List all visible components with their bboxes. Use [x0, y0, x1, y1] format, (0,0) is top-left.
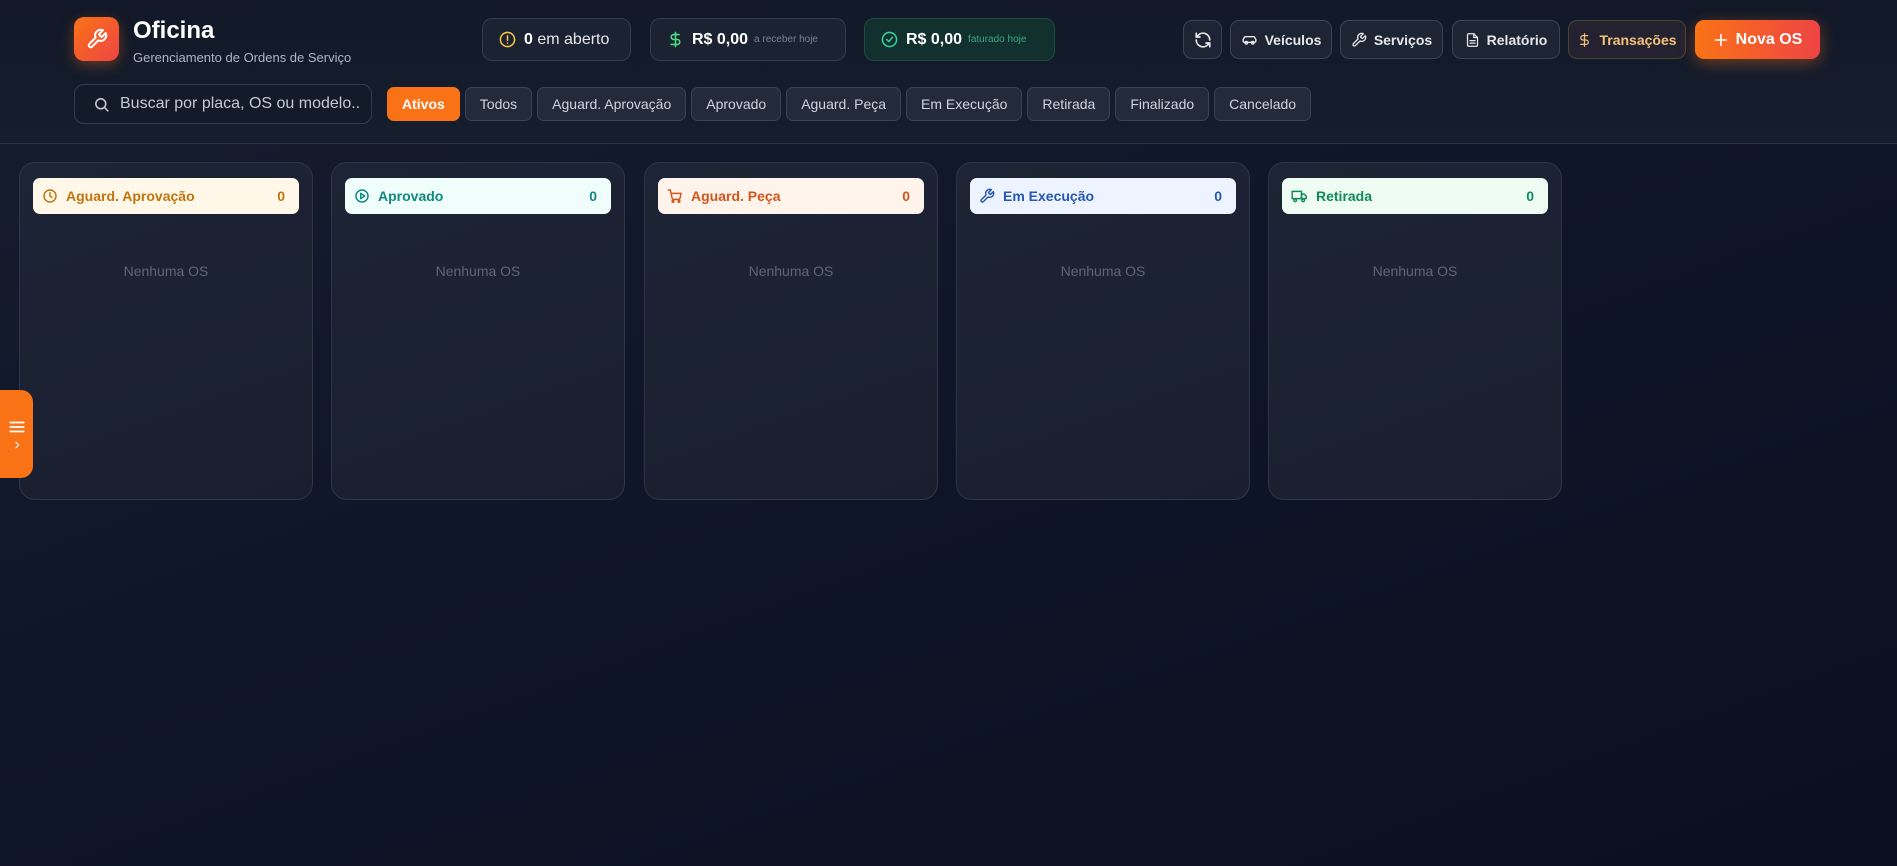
filter-todos[interactable]: Todos: [464, 87, 533, 121]
app-logo: [74, 17, 119, 61]
alert-circle-icon: [499, 31, 516, 48]
empty-message: Nenhuma OS: [748, 263, 834, 279]
column-title: Em Execução: [1003, 188, 1095, 204]
dollar-icon: [1577, 32, 1592, 48]
column-header: Em Execução 0: [970, 178, 1236, 214]
stat-open-orders: 0 em aberto: [482, 18, 631, 61]
stat-open-value: 0: [524, 30, 533, 48]
chevron-right-icon: [12, 440, 22, 450]
filter-cancelado[interactable]: Cancelado: [1214, 87, 1312, 121]
wrench-icon: [979, 188, 995, 204]
column-aguard-aprovacao: Aguard. Aprovação 0 Nenhuma OS: [19, 162, 313, 500]
dollar-icon: [667, 31, 684, 48]
column-count: 0: [589, 188, 597, 204]
column-title: Aguard. Aprovação: [66, 188, 195, 204]
new-os-label: Nova OS: [1735, 30, 1803, 48]
sidebar-toggle[interactable]: [0, 390, 33, 478]
filter-aprovado[interactable]: Aprovado: [691, 87, 782, 121]
stat-receivable-value: R$ 0,00: [692, 30, 749, 48]
stat-billed-label: faturado hoje: [968, 34, 1027, 45]
column-header: Aguard. Aprovação 0: [33, 178, 299, 214]
column-count: 0: [1526, 188, 1534, 204]
header: Oficina Gerenciamento de Ordens de Servi…: [0, 0, 1897, 144]
column-aprovado: Aprovado 0 Nenhuma OS: [331, 162, 625, 500]
app-subtitle: Gerenciamento de Ordens de Serviço: [133, 50, 352, 65]
column-header: Aguard. Peça 0: [658, 178, 924, 214]
column-header: Aprovado 0: [345, 178, 611, 214]
filter-retirada[interactable]: Retirada: [1027, 87, 1111, 121]
play-circle-icon: [354, 188, 370, 204]
report-button[interactable]: Relatório: [1452, 20, 1560, 59]
column-retirada: Retirada 0 Nenhuma OS: [1268, 162, 1562, 500]
status-filters: Ativos Todos Aguard. Aprovação Aprovado …: [387, 87, 1312, 121]
stat-open-label: em aberto: [537, 30, 610, 48]
vehicles-label: Veículos: [1264, 31, 1322, 48]
search-input[interactable]: [120, 95, 360, 113]
stat-receivable-label: a receber hoje: [754, 34, 818, 45]
file-text-icon: [1465, 32, 1480, 48]
filter-em-execucao[interactable]: Em Execução: [906, 87, 1023, 121]
filter-ativos[interactable]: Ativos: [387, 87, 460, 121]
column-count: 0: [902, 188, 910, 204]
truck-icon: [1291, 188, 1308, 204]
filter-aguard-aprovacao[interactable]: Aguard. Aprovação: [537, 87, 687, 121]
stat-billed: R$ 0,00 faturado hoje: [864, 18, 1055, 61]
cart-icon: [667, 188, 683, 204]
menu-icon: [8, 418, 26, 436]
new-os-button[interactable]: Nova OS: [1695, 20, 1820, 59]
stat-billed-value: R$ 0,00: [906, 30, 963, 48]
stat-receivable: R$ 0,00 a receber hoje: [650, 18, 846, 61]
app-title: Oficina: [133, 17, 215, 44]
wrench-icon: [86, 28, 108, 50]
column-count: 0: [277, 188, 285, 204]
empty-message: Nenhuma OS: [1060, 263, 1146, 279]
report-label: Relatório: [1486, 31, 1548, 48]
search-icon: [93, 96, 110, 113]
column-title: Aprovado: [378, 188, 444, 204]
column-title: Aguard. Peça: [691, 188, 781, 204]
empty-message: Nenhuma OS: [435, 263, 521, 279]
check-circle-icon: [881, 31, 898, 48]
column-count: 0: [1214, 188, 1222, 204]
search-box[interactable]: [74, 84, 372, 124]
filter-finalizado[interactable]: Finalizado: [1115, 87, 1210, 121]
refresh-icon: [1194, 31, 1212, 49]
plus-icon: [1713, 32, 1729, 48]
transactions-button[interactable]: Transações: [1568, 20, 1686, 59]
services-button[interactable]: Serviços: [1340, 20, 1443, 59]
services-label: Serviços: [1373, 31, 1433, 48]
filter-aguard-peca[interactable]: Aguard. Peça: [786, 87, 902, 121]
wrench-icon: [1351, 32, 1367, 48]
clock-icon: [42, 188, 58, 204]
column-header: Retirada 0: [1282, 178, 1548, 214]
column-aguard-peca: Aguard. Peça 0 Nenhuma OS: [644, 162, 938, 500]
empty-message: Nenhuma OS: [1372, 263, 1458, 279]
column-em-execucao: Em Execução 0 Nenhuma OS: [956, 162, 1250, 500]
refresh-button[interactable]: [1183, 20, 1222, 59]
transactions-label: Transações: [1599, 31, 1677, 48]
car-icon: [1241, 31, 1258, 48]
vehicles-button[interactable]: Veículos: [1230, 20, 1332, 59]
column-title: Retirada: [1316, 188, 1373, 204]
empty-message: Nenhuma OS: [123, 263, 209, 279]
